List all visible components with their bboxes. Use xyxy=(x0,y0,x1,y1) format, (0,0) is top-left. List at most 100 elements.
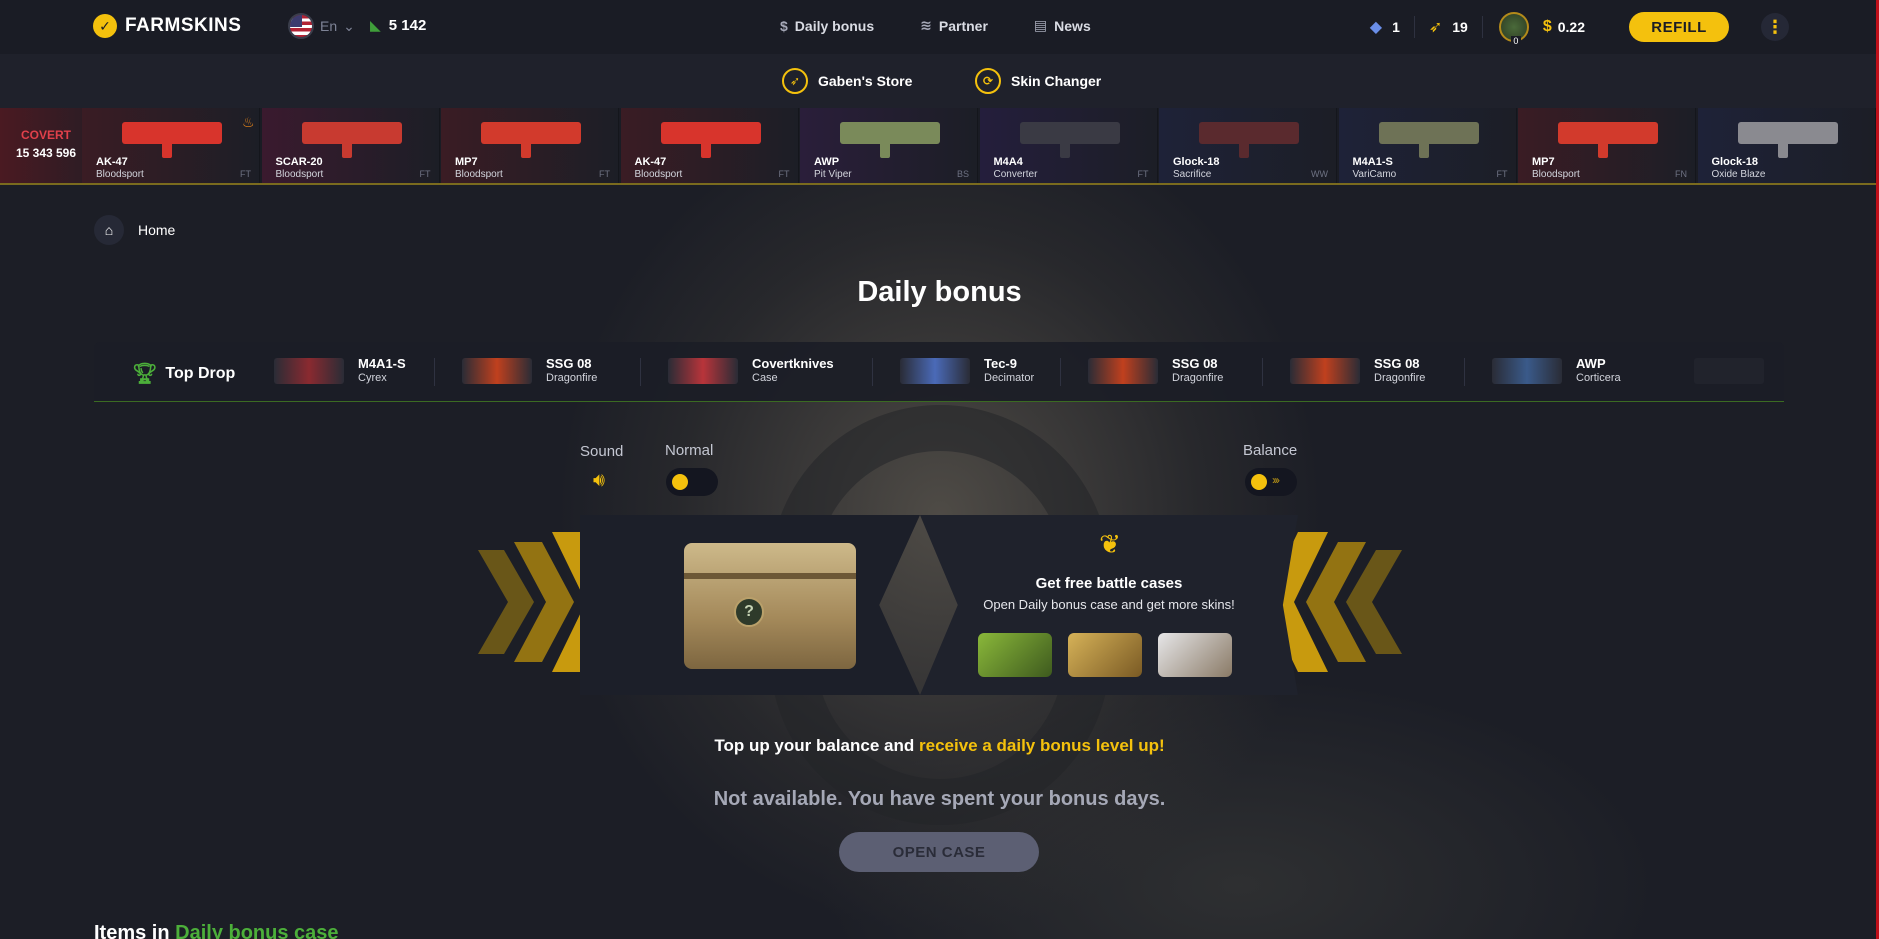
nav-partner-label: Partner xyxy=(938,17,988,34)
item-subtitle: Case xyxy=(752,372,778,384)
exterior-badge: FT xyxy=(1496,169,1508,179)
level-badge: 0 xyxy=(1510,36,1521,46)
divider xyxy=(1060,358,1061,386)
online-counter: ◣ 5 142 xyxy=(370,17,426,34)
home-icon[interactable]: ⌂ xyxy=(94,215,124,245)
divider xyxy=(872,358,873,386)
live-drop-item[interactable]: AK-47 Bloodsport FT xyxy=(82,108,260,183)
gem-icon: ◆ xyxy=(1369,19,1383,36)
daily-bonus-case-image[interactable]: ? xyxy=(684,543,856,669)
live-drop-item[interactable]: MP7 Bloodsport FN xyxy=(1518,108,1696,183)
nav-daily-bonus[interactable]: $ Daily bonus xyxy=(780,17,874,34)
open-case-button[interactable]: OPEN CASE xyxy=(839,832,1039,872)
item-image xyxy=(462,358,532,384)
item-image xyxy=(274,358,344,384)
live-drops-strip: COVERT 15 343 596 ♨ AK-47 Bloodsport FT SCA… xyxy=(0,108,1879,185)
tokens-count: 19 xyxy=(1452,19,1468,35)
balance-display: $ 0.22 xyxy=(1543,18,1585,36)
weapon-image xyxy=(1199,122,1299,158)
exterior-badge: FT xyxy=(1137,169,1149,179)
items-case-name: Daily bonus case xyxy=(175,922,339,939)
exterior-badge: FT xyxy=(419,169,431,179)
trophy-icon: 🏆︎ xyxy=(132,363,158,385)
avatar[interactable]: 0 xyxy=(1498,12,1529,46)
exterior-badge: BS xyxy=(956,169,969,179)
refill-button[interactable]: REFILL xyxy=(1629,12,1729,42)
daily-bonus-case-panel: ? ❦ Get free battle cases Open Daily bon… xyxy=(580,515,1298,695)
chevrons-right-icon: ››› xyxy=(1272,473,1280,487)
item-name: Covertknives xyxy=(752,356,834,371)
topup-text: Top up your balance and xyxy=(714,736,915,755)
rocket-icon: ➶ xyxy=(1428,19,1443,36)
top-drop-bar: 🏆︎ Top Drop M4A1-S Cyrex SSG 08 Dragonfire C… xyxy=(94,342,1784,402)
item-subtitle: Dragonfire xyxy=(1172,372,1224,384)
exterior-badge: WW xyxy=(1311,169,1328,179)
normal-label: Normal xyxy=(665,442,714,459)
weapon-name: AK-47 xyxy=(96,156,128,168)
subnav-gabens-store[interactable]: ➶ Gaben's Store xyxy=(782,68,912,94)
tokens-counter[interactable]: ➶ 19 xyxy=(1415,16,1483,38)
weapon-image xyxy=(1378,122,1479,158)
breadcrumb-home[interactable]: Home xyxy=(138,222,175,238)
nav-news[interactable]: ▤ News xyxy=(1034,17,1091,34)
wings-icon: ❦ xyxy=(1099,529,1121,559)
item-name: SSG 08 xyxy=(546,356,592,371)
question-icon: ? xyxy=(734,597,764,627)
nav-partner[interactable]: ≋ Partner xyxy=(920,17,988,34)
breadcrumb: ⌂ Home xyxy=(94,215,175,245)
weapon-image xyxy=(1558,122,1658,158)
item-subtitle: Dragonfire xyxy=(546,372,598,384)
live-drop-item[interactable]: MP7 Bloodsport FT xyxy=(441,108,619,183)
drops-total: 15 343 596 xyxy=(15,146,77,160)
item-name: AWP xyxy=(1576,356,1606,371)
speaker-icon[interactable]: 🔊︎ xyxy=(593,470,605,492)
page-title: Daily bonus xyxy=(857,276,1022,308)
skin-name: Bloodsport xyxy=(275,169,324,180)
skin-name: Bloodsport xyxy=(1532,169,1580,180)
dollar-icon: $ xyxy=(780,17,788,34)
battle-case-green xyxy=(978,633,1052,677)
balance-label: Balance xyxy=(1243,442,1298,459)
live-drop-item[interactable]: Glock-18 Sacrifice WW xyxy=(1159,108,1337,183)
skin-name: Oxide Blaze xyxy=(1711,169,1766,180)
weapon-name: Glock-18 xyxy=(1173,156,1220,168)
toggle-knob xyxy=(672,474,688,490)
balance-value: 0.22 xyxy=(1557,19,1585,35)
weapon-image xyxy=(660,122,761,158)
more-menu-button[interactable]: ⋮ xyxy=(1761,13,1789,41)
nav-news-label: News xyxy=(1054,17,1091,34)
exterior-badge: FT xyxy=(599,169,610,179)
language-label: En xyxy=(320,18,338,34)
logo[interactable]: ✓ FARMSKINS xyxy=(93,14,241,38)
weapon-image xyxy=(301,122,402,158)
balance-toggle[interactable]: ››› xyxy=(1245,468,1297,496)
weapon-name: M4A4 xyxy=(993,156,1023,168)
live-drop-item[interactable]: M4A1-S VariCamo FT xyxy=(1338,108,1517,183)
logo-text: FARMSKINS xyxy=(125,15,242,36)
language-selector[interactable]: En ⌄ xyxy=(288,13,355,39)
skin-name: Sacrifice xyxy=(1173,169,1212,180)
item-name: SSG 08 xyxy=(1374,356,1420,371)
gems-counter[interactable]: ◆ 1 xyxy=(1356,16,1415,38)
weapon-image xyxy=(122,122,222,158)
weapon-name: AWP xyxy=(814,156,840,168)
live-drop-item[interactable]: AK-47 Bloodsport FT xyxy=(620,108,799,183)
live-drop-item[interactable]: Glock-18 Oxide Blaze xyxy=(1697,108,1876,183)
divider xyxy=(1262,358,1263,386)
subnav-skin-changer[interactable]: ⟳ Skin Changer xyxy=(975,68,1101,94)
live-drop-item[interactable]: SCAR-20 Bloodsport FT xyxy=(261,108,440,183)
top-drop-label: 🏆︎ Top Drop xyxy=(132,361,235,386)
weapon-image xyxy=(1019,122,1120,158)
top-drop-title: Top Drop xyxy=(165,364,236,382)
live-drop-item[interactable]: M4A4 Converter FT xyxy=(979,108,1158,183)
item-image xyxy=(900,358,970,384)
skin-name: Bloodsport xyxy=(96,169,144,180)
item-subtitle: Decimator xyxy=(984,372,1035,384)
battle-case-white xyxy=(1158,633,1232,677)
exterior-badge: FT xyxy=(778,169,790,179)
chevron-down-icon: ⌄ xyxy=(343,17,355,34)
gems-count: 1 xyxy=(1392,19,1400,35)
live-drop-item[interactable]: AWP Pit Viper BS xyxy=(800,108,978,183)
weapon-image xyxy=(840,122,940,158)
normal-toggle[interactable] xyxy=(666,468,718,496)
